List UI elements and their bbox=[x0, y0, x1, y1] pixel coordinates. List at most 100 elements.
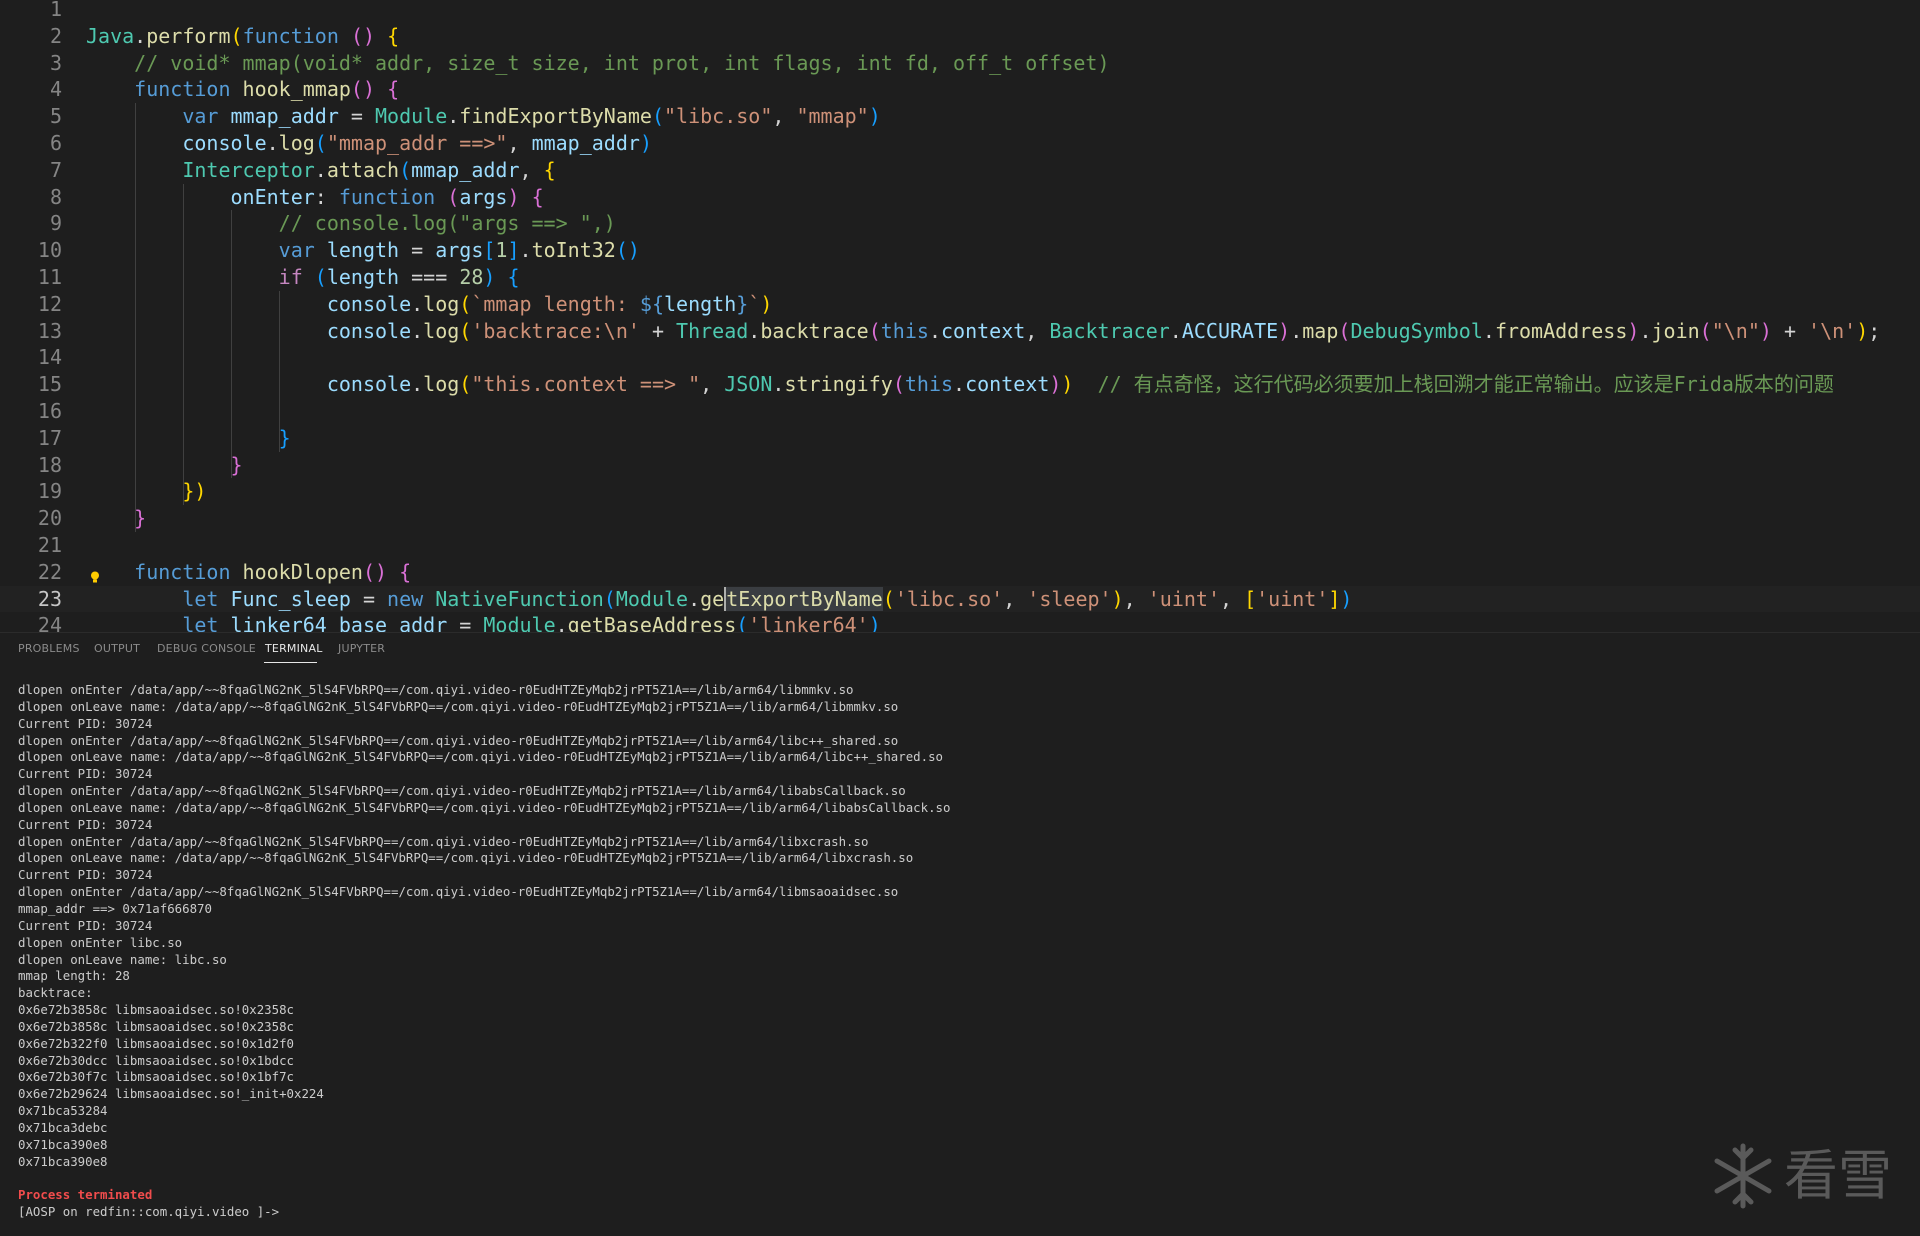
tab-output[interactable]: OUTPUT bbox=[94, 642, 140, 655]
code-line[interactable]: 14 bbox=[0, 344, 1920, 371]
code-line[interactable]: 21 bbox=[0, 532, 1920, 559]
code-editor[interactable]: 1 2 Java.perform(function () {3 // void* m… bbox=[0, 0, 1920, 632]
code-line[interactable]: 12 console.log(`mmap length: ${length}`) bbox=[0, 291, 1920, 318]
terminal-line: dlopen onEnter /data/app/~~8fqaGlNG2nK_5… bbox=[18, 732, 899, 748]
code-token: ${ bbox=[639, 291, 665, 316]
code-token: // 有点奇怪，这行代码必须要加上栈回溯才能正常输出。应该是Frida版本的问题 bbox=[1097, 372, 1834, 397]
terminal-line: dlopen onEnter /data/app/~~8fqaGlNG2nK_5… bbox=[18, 884, 899, 900]
code-token: ) bbox=[868, 613, 881, 632]
code-line[interactable]: 4 function hook_mmap() { bbox=[0, 76, 1920, 103]
code-line[interactable]: 23 let Func_sleep = new NativeFunction(M… bbox=[0, 585, 1920, 613]
code-token: , bbox=[1003, 586, 1028, 611]
terminal-line: 0x6e72b29624 libmsaoaidsec.so!_init+0x22… bbox=[18, 1086, 324, 1102]
code-token: length bbox=[326, 238, 400, 263]
code-text: function hook_mmap() { bbox=[86, 76, 399, 103]
code-line[interactable]: 8 onEnter: function (args) { bbox=[0, 184, 1920, 211]
code-text: // void* mmap(void* addr, size_t size, i… bbox=[86, 50, 1109, 77]
code-token: function bbox=[338, 184, 436, 209]
code-token: mmap_addr bbox=[230, 104, 339, 129]
code-token: function bbox=[134, 77, 231, 102]
code-token: onEnter bbox=[230, 184, 315, 209]
code-token: + bbox=[1771, 318, 1809, 343]
code-line[interactable]: 18 } bbox=[0, 452, 1920, 479]
code-line[interactable]: 5 var mmap_addr = Module.findExportByNam… bbox=[0, 103, 1920, 130]
code-token: . bbox=[411, 318, 424, 343]
code-token: "this.context ==> " bbox=[471, 372, 701, 397]
code-line[interactable]: 19 }) bbox=[0, 478, 1920, 505]
terminal-line: 0x71bca3debc bbox=[18, 1119, 108, 1135]
code-text: console.log("this.context ==> ", JSON.st… bbox=[86, 371, 1834, 398]
line-number: 11 bbox=[37, 265, 62, 289]
code-token: ) bbox=[639, 131, 652, 155]
code-token: }) bbox=[182, 479, 207, 504]
code-token: 'sleep' bbox=[1027, 586, 1112, 611]
code-line[interactable]: 7 Interceptor.attach(mmap_addr, { bbox=[0, 157, 1920, 184]
code-token: let bbox=[182, 586, 219, 611]
code-token: ( bbox=[459, 318, 472, 343]
code-line[interactable]: 16 bbox=[0, 398, 1920, 425]
code-token: = bbox=[447, 613, 484, 632]
code-token: ( bbox=[736, 613, 749, 632]
terminal-line: Current PID: 30724 bbox=[18, 917, 153, 933]
tab-terminal[interactable]: TERMINAL bbox=[265, 642, 323, 655]
bottom-panel: PROBLEMS OUTPUT DEBUG CONSOLE TERMINAL J… bbox=[0, 632, 1920, 1236]
lightbulb-icon[interactable] bbox=[90, 571, 100, 583]
code-text: } bbox=[86, 505, 146, 532]
code-line[interactable]: 3 // void* mmap(void* addr, size_t size,… bbox=[0, 50, 1920, 77]
code-line[interactable]: 2 Java.perform(function () { bbox=[0, 23, 1920, 50]
code-text: var length = args[1].toInt32() bbox=[86, 237, 640, 264]
code-token: ; bbox=[1868, 318, 1881, 343]
code-token: , bbox=[772, 104, 797, 129]
code-token: tExportByName bbox=[724, 586, 883, 611]
code-token: ACCURATE bbox=[1181, 318, 1279, 343]
code-token: ) bbox=[1856, 318, 1869, 343]
code-line[interactable]: 22 function hookDlopen() { bbox=[0, 559, 1920, 586]
tab-jupyter[interactable]: JUPYTER bbox=[338, 642, 385, 655]
tab-debug-console[interactable]: DEBUG CONSOLE bbox=[157, 642, 256, 655]
code-token: ] bbox=[507, 238, 520, 263]
code-text: console.log('backtrace:\n' + Thread.back… bbox=[86, 318, 1880, 345]
code-line[interactable]: 20 } bbox=[0, 505, 1920, 532]
code-token: hookDlopen bbox=[242, 559, 363, 584]
code-token: console bbox=[326, 372, 412, 397]
line-number: 24 bbox=[37, 613, 62, 632]
code-token: ] bbox=[1328, 586, 1341, 611]
code-token: function bbox=[242, 23, 339, 48]
terminal-output[interactable]: dlopen onEnter /data/app/~~8fqaGlNG2nK_5… bbox=[18, 682, 1898, 1221]
code-token: Module bbox=[483, 613, 556, 632]
code-line[interactable]: 17 } bbox=[0, 425, 1920, 452]
terminal-line: dlopen onLeave name: /data/app/~~8fqaGlN… bbox=[18, 749, 944, 765]
code-text: let linker64_base_addr = Module.getBaseA… bbox=[86, 612, 881, 632]
code-token: { bbox=[531, 184, 544, 209]
code-line[interactable]: 6 console.log("mmap_addr ==>", mmap_addr… bbox=[0, 130, 1920, 157]
code-text: } bbox=[86, 452, 243, 479]
line-number: 1 bbox=[49, 0, 62, 21]
code-token: } bbox=[230, 452, 243, 477]
code-text: function hookDlopen() { bbox=[86, 559, 411, 586]
tab-problems[interactable]: PROBLEMS bbox=[18, 642, 80, 655]
code-line[interactable]: 15 console.log("this.context ==> ", JSON… bbox=[0, 371, 1920, 398]
code-line[interactable]: 24 let linker64_base_addr = Module.getBa… bbox=[0, 612, 1920, 632]
code-line[interactable]: 1 bbox=[0, 0, 1920, 23]
code-token: . bbox=[266, 131, 279, 155]
code-line[interactable]: 11 if (length === 28) { bbox=[0, 264, 1920, 291]
code-token: , bbox=[1219, 586, 1245, 611]
code-token: Backtracer bbox=[1049, 318, 1170, 343]
code-line[interactable]: 9 // console.log("args ==> ",) bbox=[0, 210, 1920, 237]
code-token: map bbox=[1302, 318, 1339, 343]
code-line[interactable]: 13 console.log('backtrace:\n' + Thread.b… bbox=[0, 318, 1920, 345]
code-token: . bbox=[1482, 318, 1495, 343]
code-token: ( bbox=[603, 586, 616, 611]
code-token: } bbox=[736, 291, 749, 316]
code-line[interactable]: 10 var length = args[1].toInt32() bbox=[0, 237, 1920, 264]
code-token: args bbox=[435, 238, 484, 263]
line-number: 5 bbox=[49, 104, 62, 129]
